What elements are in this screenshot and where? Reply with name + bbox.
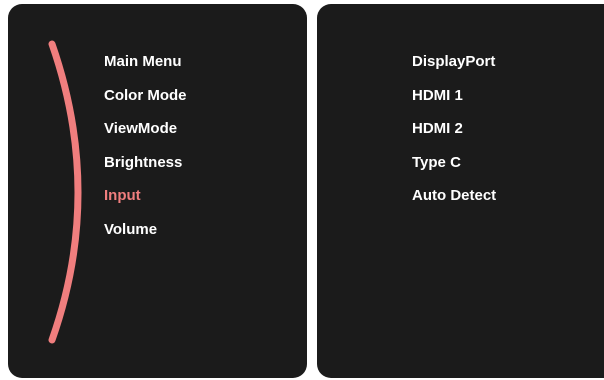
option-hdmi-2[interactable]: HDMI 2 <box>412 117 496 151</box>
curved-scroll-indicator-icon <box>48 40 82 344</box>
input-options-list: DisplayPort HDMI 1 HDMI 2 Type C Auto De… <box>412 50 496 218</box>
option-displayport[interactable]: DisplayPort <box>412 50 496 84</box>
menu-item-main-menu[interactable]: Main Menu <box>104 50 187 84</box>
menu-item-color-mode[interactable]: Color Mode <box>104 84 187 118</box>
menu-item-input[interactable]: Input <box>104 184 187 218</box>
option-type-c[interactable]: Type C <box>412 151 496 185</box>
input-submenu-panel: DisplayPort HDMI 1 HDMI 2 Type C Auto De… <box>317 4 604 378</box>
option-auto-detect[interactable]: Auto Detect <box>412 184 496 218</box>
menu-item-viewmode[interactable]: ViewMode <box>104 117 187 151</box>
menu-item-volume[interactable]: Volume <box>104 218 187 252</box>
main-menu-list: Main Menu Color Mode ViewMode Brightness… <box>104 50 187 251</box>
main-menu-panel: Main Menu Color Mode ViewMode Brightness… <box>8 4 307 378</box>
menu-item-brightness[interactable]: Brightness <box>104 151 187 185</box>
option-hdmi-1[interactable]: HDMI 1 <box>412 84 496 118</box>
